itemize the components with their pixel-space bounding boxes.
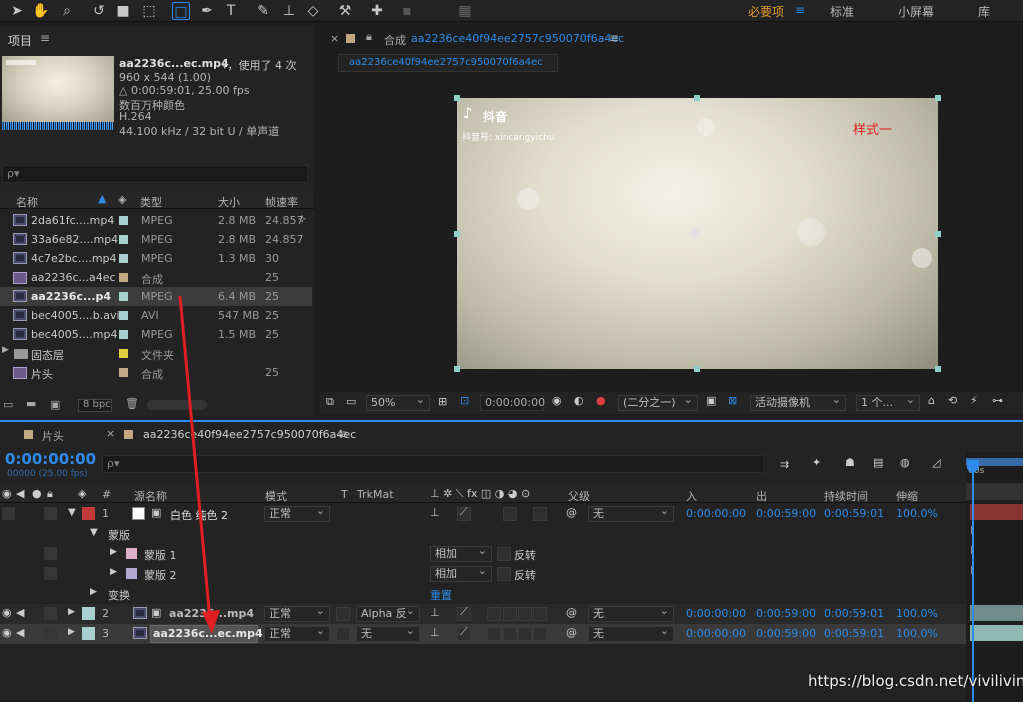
footer-url-watermark: https://blog.csdn.net/viviliving	[808, 672, 1023, 690]
arrow-head-icon	[202, 610, 220, 634]
arrow-shaft	[178, 295, 212, 621]
annotation-arrow	[178, 295, 220, 634]
